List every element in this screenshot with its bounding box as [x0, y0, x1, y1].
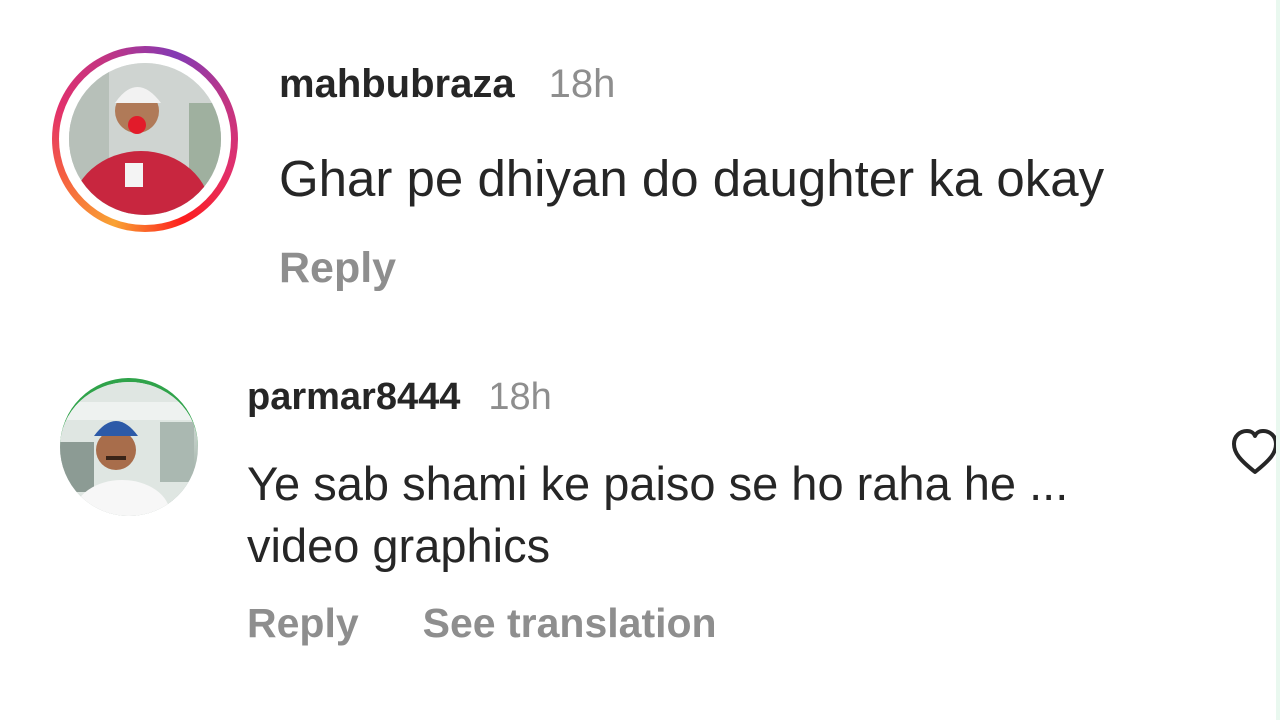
avatar-photo-icon [69, 63, 221, 215]
comment-text: Ye sab shami ke paiso se ho raha he ... … [247, 453, 1068, 577]
comment-meta: parmar8444 18h [247, 376, 552, 419]
comment-meta: mahbubraza 18h [279, 62, 615, 107]
heart-outline-icon[interactable] [1230, 426, 1280, 480]
username[interactable]: parmar8444 [247, 376, 460, 419]
comments-screen: mahbubraza 18h Ghar pe dhiyan do daughte… [0, 0, 1280, 720]
comment-text: Ghar pe dhiyan do daughter ka okay [279, 150, 1105, 207]
scroll-edge [1276, 0, 1280, 720]
timestamp: 18h [488, 376, 552, 418]
timestamp: 18h [548, 62, 616, 106]
avatar[interactable] [60, 378, 198, 516]
avatar[interactable] [69, 63, 221, 215]
comment-text-line: video graphics [247, 519, 551, 572]
reply-button[interactable]: Reply [279, 244, 396, 293]
comment-actions: Reply See translation [247, 600, 717, 647]
avatar-photo-icon [60, 382, 194, 516]
see-translation-button[interactable]: See translation [423, 600, 717, 647]
comment-actions: Reply [279, 244, 396, 293]
username[interactable]: mahbubraza [279, 62, 515, 107]
comment-text-line: Ye sab shami ke paiso se ho raha he ... [247, 457, 1069, 510]
reply-button[interactable]: Reply [247, 600, 359, 647]
